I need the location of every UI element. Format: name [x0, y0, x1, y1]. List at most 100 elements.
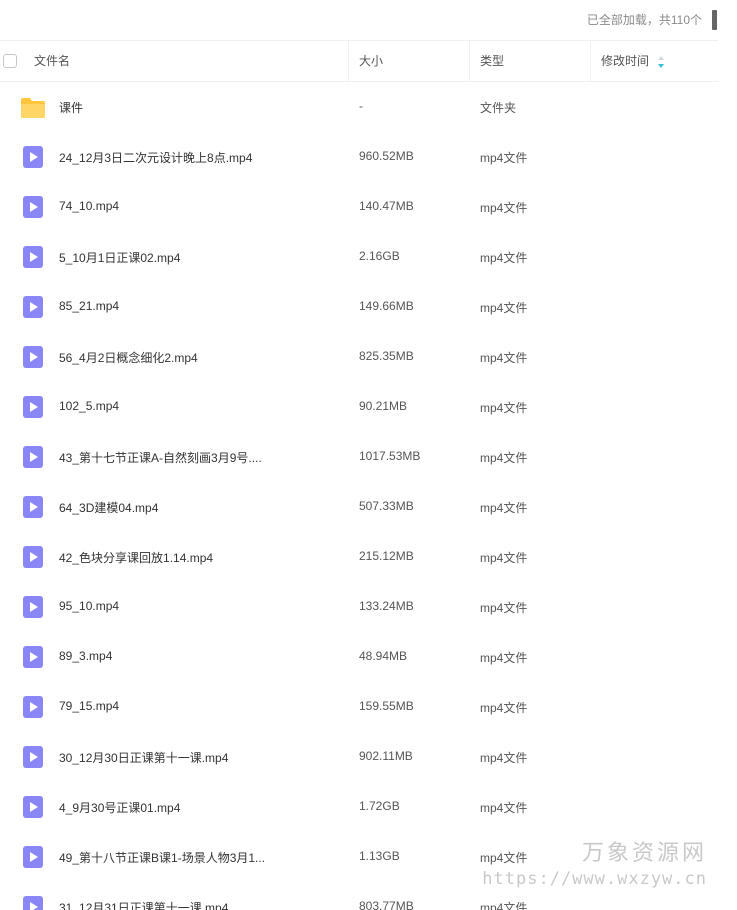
file-name: 85_21.mp4: [59, 299, 120, 313]
file-list-view: 已全部加载，共110个 文件名 大小 类型 修改时间 课件 - 文件夹 24_12月3…: [0, 0, 737, 910]
header-type[interactable]: 类型: [480, 41, 504, 81]
folder-icon: [21, 98, 45, 118]
file-row[interactable]: 42_色块分享课回放1.14.mp4 215.12MB mp4文件: [0, 532, 718, 582]
video-file-icon: [23, 296, 43, 318]
file-name: 5_10月1日正课02.mp4: [59, 251, 181, 265]
file-size: 140.47MB: [359, 199, 414, 213]
file-size: 133.24MB: [359, 599, 414, 613]
file-size: 902.11MB: [359, 749, 413, 763]
file-size: -: [359, 99, 363, 113]
load-status-text: 已全部加载，共110个: [586, 13, 702, 27]
file-name: 56_4月2日概念细化2.mp4: [59, 351, 198, 365]
file-row[interactable]: 课件 - 文件夹: [0, 82, 718, 132]
file-list: 课件 - 文件夹 24_12月3日二次元设计晚上8点.mp4 960.52MB mp4文件…: [0, 82, 718, 910]
file-type: mp4文件: [480, 601, 528, 615]
sort-icon[interactable]: [656, 55, 666, 69]
file-name: 95_10.mp4: [59, 599, 120, 613]
file-type: mp4文件: [480, 451, 528, 465]
file-type: 文件夹: [480, 101, 517, 115]
file-name: 79_15.mp4: [59, 699, 120, 713]
file-type: mp4文件: [480, 201, 528, 215]
file-type: mp4文件: [480, 751, 528, 765]
file-name: 42_色块分享课回放1.14.mp4: [59, 551, 214, 565]
top-bar: 已全部加载，共110个: [0, 0, 737, 40]
file-row[interactable]: 95_10.mp4 133.24MB mp4文件: [0, 582, 718, 632]
file-type: mp4文件: [480, 701, 528, 715]
file-type: mp4文件: [480, 151, 528, 165]
file-type: mp4文件: [480, 251, 528, 265]
file-name: 74_10.mp4: [59, 199, 120, 213]
file-size: 48.94MB: [359, 649, 408, 663]
file-size: 1.13GB: [359, 849, 400, 863]
file-type: mp4文件: [480, 301, 528, 315]
file-row[interactable]: 30_12月30日正课第十一课.mp4 902.11MB mp4文件: [0, 732, 718, 782]
column-divider[interactable]: [590, 41, 591, 81]
video-file-icon: [23, 646, 43, 668]
file-type: mp4文件: [480, 401, 528, 415]
file-type: mp4文件: [480, 651, 528, 665]
file-size: 507.33MB: [359, 499, 414, 513]
file-name: 49_第十八节正课B课1-场景人物3月1...: [59, 851, 266, 865]
file-name: 89_3.mp4: [59, 649, 113, 663]
file-size: 215.12MB: [359, 549, 414, 563]
file-type: mp4文件: [480, 551, 528, 565]
file-size: 1017.53MB: [359, 449, 421, 463]
file-row[interactable]: 89_3.mp4 48.94MB mp4文件: [0, 632, 718, 682]
panel-handle[interactable]: [712, 10, 717, 30]
file-size: 90.21MB: [359, 399, 408, 413]
video-file-icon: [23, 346, 43, 368]
file-row[interactable]: 85_21.mp4 149.66MB mp4文件: [0, 282, 718, 332]
file-row[interactable]: 43_第十七节正课A-自然刻画3月9号.... 1017.53MB mp4文件: [0, 432, 718, 482]
file-name: 43_第十七节正课A-自然刻画3月9号....: [59, 451, 262, 465]
file-row[interactable]: 4_9月30号正课01.mp4 1.72GB mp4文件: [0, 782, 718, 832]
file-row[interactable]: 64_3D建模04.mp4 507.33MB mp4文件: [0, 482, 718, 532]
column-divider[interactable]: [348, 41, 349, 81]
select-all-checkbox[interactable]: [3, 54, 17, 68]
file-size: 960.52MB: [359, 149, 414, 163]
video-file-icon: [23, 696, 43, 718]
file-row[interactable]: 79_15.mp4 159.55MB mp4文件: [0, 682, 718, 732]
video-file-icon: [23, 246, 43, 268]
file-name: 64_3D建模04.mp4: [59, 501, 159, 515]
file-row[interactable]: 56_4月2日概念细化2.mp4 825.35MB mp4文件: [0, 332, 718, 382]
video-file-icon: [23, 496, 43, 518]
file-size: 825.35MB: [359, 349, 414, 363]
video-file-icon: [23, 796, 43, 818]
header-name[interactable]: 文件名: [34, 41, 70, 81]
file-size: 159.55MB: [359, 699, 414, 713]
file-type: mp4文件: [480, 851, 528, 865]
video-file-icon: [23, 896, 43, 910]
file-row[interactable]: 74_10.mp4 140.47MB mp4文件: [0, 182, 718, 232]
file-name: 课件: [59, 101, 84, 115]
video-file-icon: [23, 746, 43, 768]
file-type: mp4文件: [480, 901, 528, 910]
file-row[interactable]: 31_12月31日正课第十一课.mp4 803.77MB mp4文件: [0, 882, 718, 910]
file-row[interactable]: 24_12月3日二次元设计晚上8点.mp4 960.52MB mp4文件: [0, 132, 718, 182]
file-name: 30_12月30日正课第十一课.mp4: [59, 751, 229, 765]
header-size[interactable]: 大小: [359, 41, 383, 81]
video-file-icon: [23, 446, 43, 468]
video-file-icon: [23, 196, 43, 218]
file-row[interactable]: 102_5.mp4 90.21MB mp4文件: [0, 382, 718, 432]
file-size: 803.77MB: [359, 899, 414, 910]
file-type: mp4文件: [480, 351, 528, 365]
file-row[interactable]: 5_10月1日正课02.mp4 2.16GB mp4文件: [0, 232, 718, 282]
file-size: 149.66MB: [359, 299, 414, 313]
file-name: 4_9月30号正课01.mp4: [59, 801, 181, 815]
video-file-icon: [23, 596, 43, 618]
file-row[interactable]: 49_第十八节正课B课1-场景人物3月1... 1.13GB mp4文件: [0, 832, 718, 882]
file-name: 31_12月31日正课第十一课.mp4: [59, 901, 229, 910]
file-name: 102_5.mp4: [59, 399, 120, 413]
file-type: mp4文件: [480, 501, 528, 515]
file-type: mp4文件: [480, 801, 528, 815]
table-header: 文件名 大小 类型 修改时间: [0, 40, 718, 82]
video-file-icon: [23, 546, 43, 568]
header-modified[interactable]: 修改时间: [601, 41, 649, 81]
video-file-icon: [23, 846, 43, 868]
file-size: 2.16GB: [359, 249, 400, 263]
file-name: 24_12月3日二次元设计晚上8点.mp4: [59, 151, 253, 165]
file-size: 1.72GB: [359, 799, 400, 813]
video-file-icon: [23, 396, 43, 418]
video-file-icon: [23, 146, 43, 168]
column-divider[interactable]: [469, 41, 470, 81]
